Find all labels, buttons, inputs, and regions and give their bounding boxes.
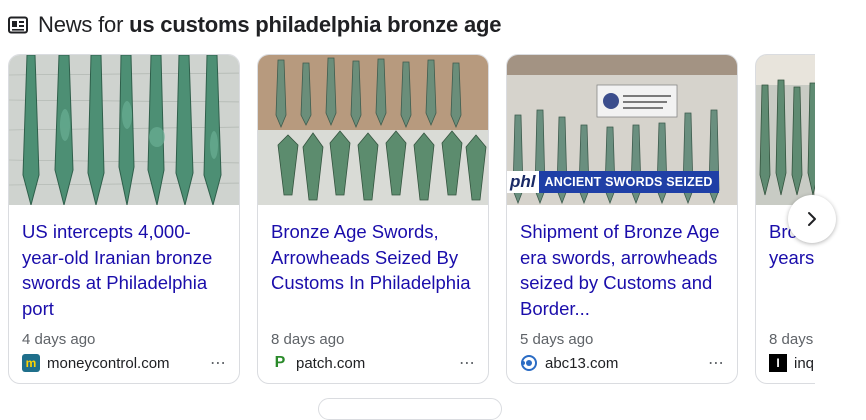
more-options-icon[interactable]: ⋯ bbox=[210, 353, 227, 373]
news-age: 8 days bbox=[769, 331, 814, 348]
abc13-favicon-icon bbox=[520, 354, 538, 372]
news-heading: News for us customs philadelphia bronze … bbox=[38, 12, 502, 37]
phl-logo: phl bbox=[507, 171, 539, 193]
news-thumbnail: phl ANCIENT SWORDS SEIZED bbox=[507, 55, 737, 205]
news-header: News for us customs philadelphia bronze … bbox=[8, 10, 501, 40]
source-name: abc13.com bbox=[545, 354, 619, 372]
news-source: abc13.com bbox=[520, 353, 618, 373]
news-thumbnail bbox=[756, 55, 815, 205]
source-name: patch.com bbox=[296, 354, 366, 372]
query-text: us customs philadelphia bronze age bbox=[129, 12, 502, 37]
video-caption-badge: phl ANCIENT SWORDS SEIZED bbox=[507, 171, 719, 193]
news-title[interactable]: US intercepts 4,000-year-old Iranian bro… bbox=[22, 219, 232, 321]
more-news-button[interactable] bbox=[318, 398, 502, 420]
news-source: I inq bbox=[769, 353, 814, 373]
news-source: P patch.com bbox=[271, 353, 366, 373]
carousel-next-button[interactable] bbox=[788, 195, 836, 243]
news-card[interactable]: US intercepts 4,000-year-old Iranian bro… bbox=[8, 54, 240, 384]
news-age: 5 days ago bbox=[520, 331, 594, 348]
moneycontrol-favicon-icon: m bbox=[22, 354, 40, 372]
news-carousel: US intercepts 4,000-year-old Iranian bro… bbox=[0, 54, 815, 388]
news-age: 8 days ago bbox=[271, 331, 345, 348]
news-card[interactable]: Bronze Age Swords, Arrowheads Seized By … bbox=[257, 54, 489, 384]
news-title[interactable]: Shipment of Bronze Age era swords, arrow… bbox=[520, 219, 730, 321]
inquirer-favicon-icon: I bbox=[769, 354, 787, 372]
more-options-icon[interactable]: ⋯ bbox=[459, 353, 476, 373]
news-thumbnail bbox=[258, 55, 488, 205]
source-name: moneycontrol.com bbox=[47, 354, 170, 372]
more-options-icon[interactable]: ⋯ bbox=[708, 353, 725, 373]
newspaper-icon bbox=[8, 16, 28, 34]
video-caption: ANCIENT SWORDS SEIZED bbox=[538, 171, 719, 193]
news-thumbnail bbox=[9, 55, 239, 205]
news-age: 4 days ago bbox=[22, 331, 96, 348]
news-title[interactable]: Bronze Age Swords, Arrowheads Seized By … bbox=[271, 219, 481, 296]
news-source: m moneycontrol.com bbox=[22, 353, 170, 373]
patch-favicon-icon: P bbox=[274, 354, 286, 371]
source-name: inq bbox=[794, 354, 815, 372]
chevron-right-icon bbox=[808, 212, 816, 226]
news-card[interactable]: phl ANCIENT SWORDS SEIZED Shipment of Br… bbox=[506, 54, 738, 384]
